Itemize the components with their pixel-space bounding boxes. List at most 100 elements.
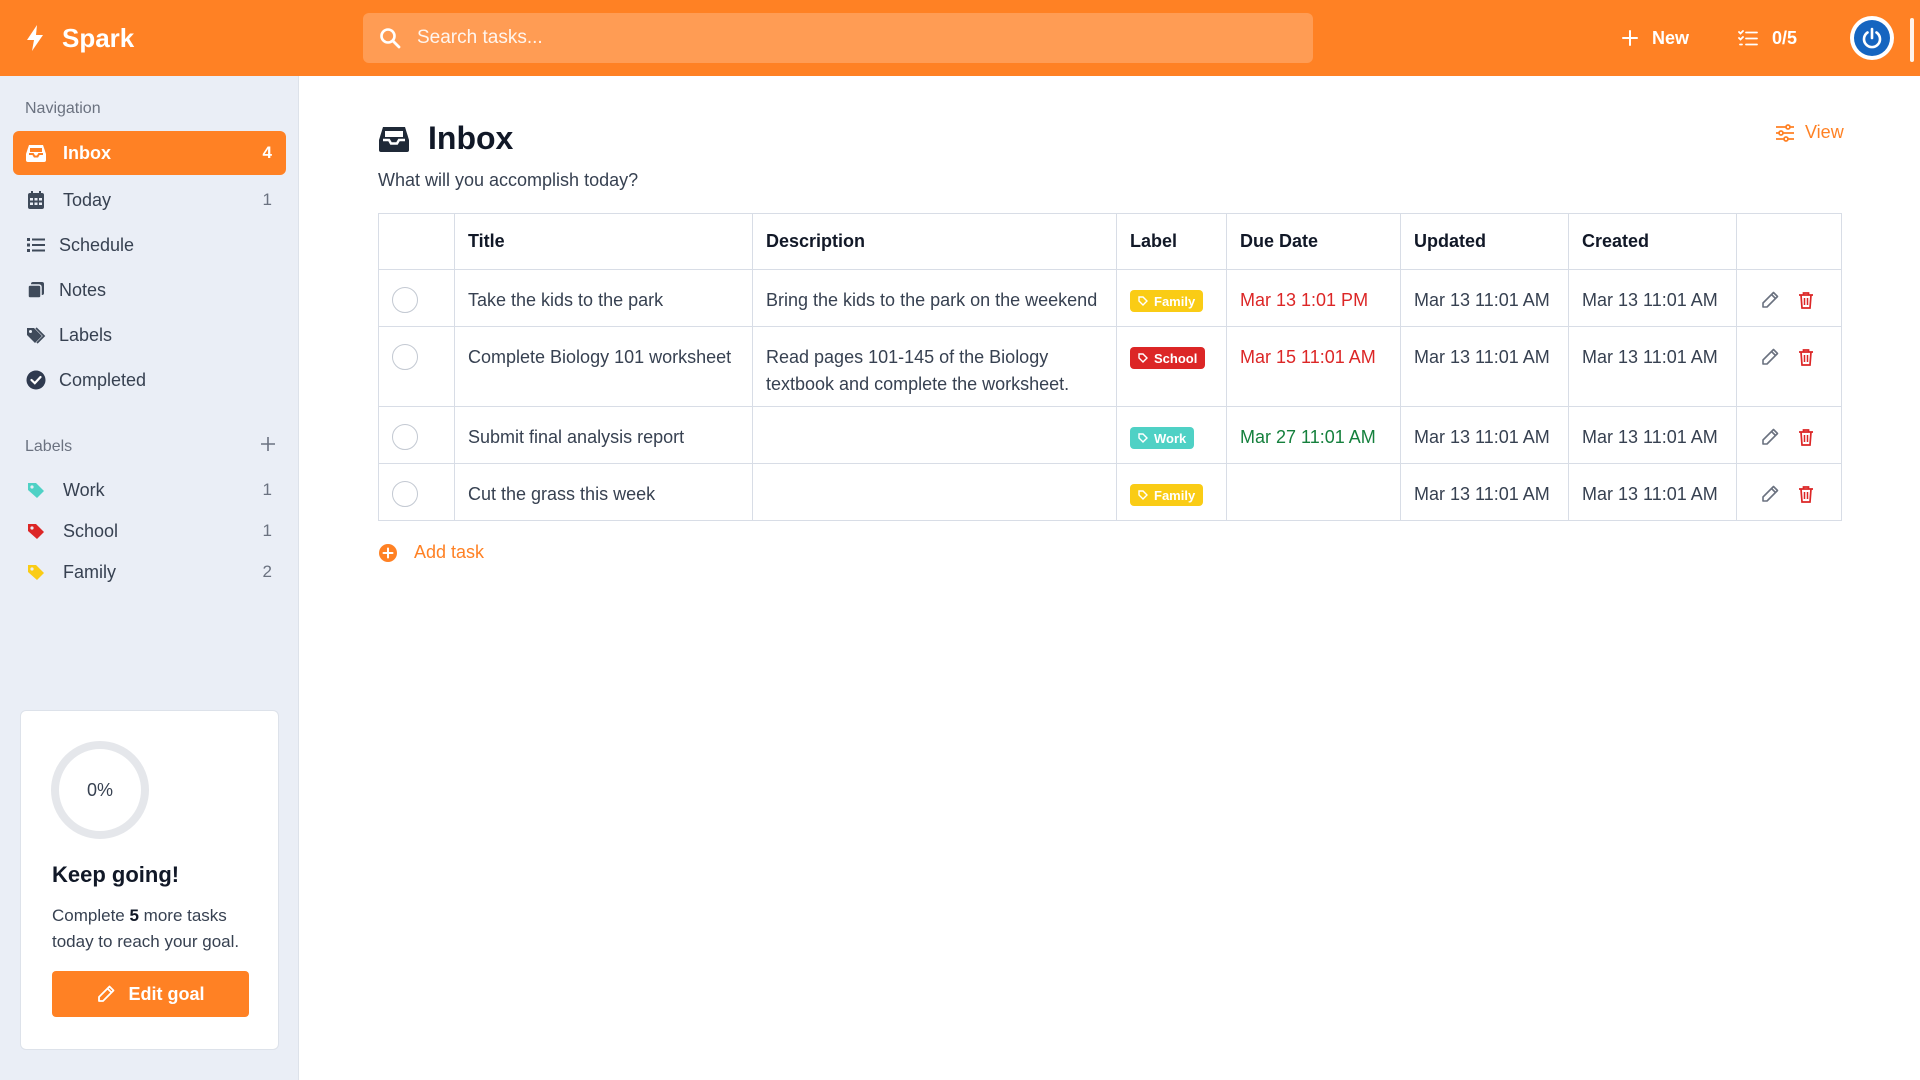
edit-pencil-icon[interactable] xyxy=(1761,291,1779,309)
column-header-created[interactable]: Created xyxy=(1568,213,1737,270)
notes-icon xyxy=(25,279,47,301)
trash-icon[interactable] xyxy=(1797,348,1815,366)
complete-checkbox[interactable] xyxy=(392,287,418,313)
sidebar: Navigation Inbox 4 Today 1 Schedule Note… xyxy=(0,76,299,1080)
column-header-title[interactable]: Title xyxy=(454,213,753,270)
label-cell: Family xyxy=(1116,463,1227,521)
power-icon xyxy=(1854,20,1890,56)
plus-icon xyxy=(261,437,275,451)
column-header-due-date[interactable]: Due Date xyxy=(1226,213,1401,270)
trash-icon[interactable] xyxy=(1797,291,1815,309)
labels-heading: Labels xyxy=(25,438,73,455)
task-due-date: Mar 13 1:01 PM xyxy=(1226,269,1401,327)
add-label-button[interactable] xyxy=(256,432,280,456)
sidebar-item-schedule[interactable]: Schedule xyxy=(13,223,286,267)
table-row[interactable]: Take the kids to the park Bring the kids… xyxy=(378,269,1842,327)
brand[interactable]: Spark xyxy=(24,20,134,56)
label-badge[interactable]: Family xyxy=(1130,484,1204,506)
checkbox-cell xyxy=(378,269,455,327)
page-header: Inbox xyxy=(378,120,513,157)
sidebar-item-label: Schedule xyxy=(59,234,135,255)
tag-icon xyxy=(1138,433,1148,443)
complete-checkbox[interactable] xyxy=(392,344,418,370)
goal-title: Keep going! xyxy=(52,862,180,887)
tag-icon xyxy=(1138,353,1148,363)
sidebar-item-today[interactable]: Today 1 xyxy=(13,178,286,222)
sidebar-item-label: Inbox xyxy=(63,142,111,163)
search-icon xyxy=(379,27,401,49)
label-badge[interactable]: Family xyxy=(1130,290,1204,312)
user-avatar[interactable] xyxy=(1850,16,1894,60)
actions-cell xyxy=(1736,269,1842,327)
edit-pencil-icon[interactable] xyxy=(1761,485,1779,503)
view-options-button[interactable]: View xyxy=(1775,122,1844,143)
label-badge[interactable]: Work xyxy=(1130,427,1195,449)
sidebar-item-labels[interactable]: Labels xyxy=(13,313,286,357)
sidebar-label-school[interactable]: School 1 xyxy=(13,509,286,553)
task-progress-label: 0/5 xyxy=(1772,27,1798,48)
sidebar-label-family[interactable]: Family 2 xyxy=(13,550,286,594)
sidebar-label-count: 1 xyxy=(262,521,272,540)
calendar-icon xyxy=(25,189,47,211)
complete-checkbox[interactable] xyxy=(392,481,418,507)
task-progress-button[interactable]: 0/5 xyxy=(1738,22,1797,54)
task-due-date: Mar 27 11:01 AM xyxy=(1226,406,1401,464)
complete-checkbox[interactable] xyxy=(392,424,418,450)
sidebar-label-name: Work xyxy=(63,479,105,500)
edit-pencil-icon[interactable] xyxy=(1761,428,1779,446)
list-icon xyxy=(25,234,47,256)
column-header-description[interactable]: Description xyxy=(752,213,1117,270)
page-title: Inbox xyxy=(428,120,514,156)
add-task-button[interactable]: Add task xyxy=(378,542,484,563)
column-header-updated[interactable]: Updated xyxy=(1400,213,1569,270)
sidebar-item-label: Completed xyxy=(59,369,147,390)
page-subtitle: What will you accomplish today? xyxy=(378,170,639,190)
trash-icon[interactable] xyxy=(1797,485,1815,503)
lightning-icon xyxy=(24,24,46,52)
edit-pencil-icon[interactable] xyxy=(1761,348,1779,366)
table-row[interactable]: Complete Biology 101 worksheet Read page… xyxy=(378,326,1842,407)
new-task-button[interactable]: New xyxy=(1622,22,1689,54)
table-row[interactable]: Cut the grass this week Family Mar 13 11… xyxy=(378,463,1842,521)
tag-icon xyxy=(1138,490,1148,500)
task-title[interactable]: Take the kids to the park xyxy=(454,269,753,327)
task-due-date xyxy=(1226,463,1401,521)
label-badge[interactable]: School xyxy=(1130,347,1206,369)
tag-icon xyxy=(25,479,47,501)
task-created: Mar 13 11:01 AM xyxy=(1568,269,1737,327)
task-updated: Mar 13 11:01 AM xyxy=(1400,269,1569,327)
task-title[interactable]: Submit final analysis report xyxy=(454,406,753,464)
actions-cell xyxy=(1736,463,1842,521)
tag-icon xyxy=(1138,296,1148,306)
column-header-actions xyxy=(1736,213,1842,270)
sidebar-item-inbox[interactable]: Inbox 4 xyxy=(13,131,286,175)
navigation-heading: Navigation xyxy=(25,100,101,117)
app-name: Spark xyxy=(62,22,135,53)
task-due-date: Mar 15 11:01 AM xyxy=(1226,326,1401,407)
edit-goal-button[interactable]: Edit goal xyxy=(52,971,249,1017)
sidebar-label-count: 2 xyxy=(262,562,272,581)
task-description: Read pages 101-145 of the Biology textbo… xyxy=(752,326,1117,407)
goal-text: Complete 5 more tasks today to reach you… xyxy=(52,906,240,951)
sidebar-label-work[interactable]: Work 1 xyxy=(13,468,286,512)
sidebar-item-label: Notes xyxy=(59,279,107,300)
column-header-checkbox xyxy=(378,213,455,270)
task-table: Title Description Label Due Date Updated… xyxy=(378,213,1842,521)
sidebar-item-count: 4 xyxy=(262,143,272,162)
table-row[interactable]: Submit final analysis report Work Mar 27… xyxy=(378,406,1842,464)
pencil-icon xyxy=(97,985,115,1003)
label-cell: School xyxy=(1116,326,1227,407)
search-bar[interactable] xyxy=(363,13,1313,63)
task-title[interactable]: Cut the grass this week xyxy=(454,463,753,521)
sidebar-label-name: Family xyxy=(63,561,116,582)
search-input[interactable] xyxy=(417,27,1267,49)
task-title[interactable]: Complete Biology 101 worksheet xyxy=(454,326,753,407)
trash-icon[interactable] xyxy=(1797,428,1815,446)
goal-percent: 0% xyxy=(86,779,113,800)
task-created: Mar 13 11:01 AM xyxy=(1568,406,1737,464)
task-updated: Mar 13 11:01 AM xyxy=(1400,406,1569,464)
sidebar-item-notes[interactable]: Notes xyxy=(13,268,286,312)
column-header-label[interactable]: Label xyxy=(1116,213,1227,270)
sidebar-item-completed[interactable]: Completed xyxy=(13,358,286,402)
actions-cell xyxy=(1736,326,1842,407)
